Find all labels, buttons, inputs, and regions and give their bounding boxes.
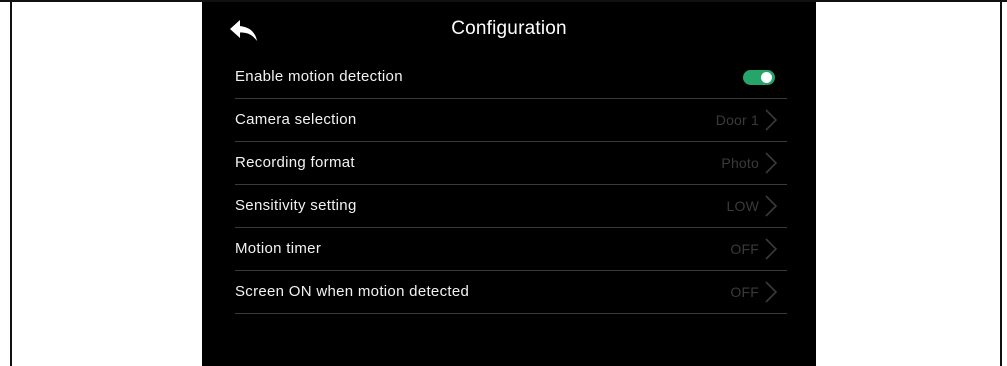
setting-row-enable-motion-detection[interactable]: Enable motion detection	[235, 56, 787, 99]
setting-label: Sensitivity setting	[235, 197, 357, 214]
setting-label: Screen ON when motion detected	[235, 283, 470, 300]
chevron-right-icon	[765, 195, 777, 217]
setting-row-recording-format[interactable]: Recording format Photo	[235, 142, 787, 185]
setting-control	[743, 56, 777, 98]
chevron-right-icon	[765, 281, 777, 303]
frame-left-border	[10, 0, 12, 366]
setting-value: Photo	[721, 155, 759, 171]
page-title: Configuration	[451, 18, 567, 39]
setting-control: Photo	[721, 142, 777, 184]
setting-value: Door 1	[715, 112, 759, 128]
setting-control: OFF	[730, 228, 777, 270]
setting-row-screen-on-when-motion-detected[interactable]: Screen ON when motion detected OFF	[235, 271, 787, 314]
page: Configuration Enable motion detection Ca…	[0, 0, 1007, 366]
settings-list: Enable motion detection Camera selection…	[235, 56, 787, 314]
motion-detection-toggle[interactable]	[743, 69, 775, 85]
setting-row-camera-selection[interactable]: Camera selection Door 1	[235, 99, 787, 142]
setting-label: Recording format	[235, 154, 355, 171]
setting-control: Door 1	[716, 99, 777, 141]
setting-label: Enable motion detection	[235, 68, 403, 85]
setting-label: Camera selection	[235, 111, 357, 128]
setting-label: Motion timer	[235, 240, 322, 257]
setting-row-sensitivity-setting[interactable]: Sensitivity setting LOW	[235, 185, 787, 228]
chevron-right-icon	[765, 152, 777, 174]
setting-value: OFF	[730, 241, 759, 257]
header: Configuration	[202, 2, 816, 58]
setting-control: OFF	[730, 271, 777, 313]
frame-right-border	[1000, 0, 1002, 366]
toggle-knob	[761, 71, 772, 83]
setting-value: OFF	[730, 284, 759, 300]
device-screen: Configuration Enable motion detection Ca…	[202, 2, 816, 366]
setting-control: LOW	[726, 185, 777, 227]
chevron-right-icon	[765, 238, 777, 260]
setting-value: LOW	[726, 198, 759, 214]
setting-row-motion-timer[interactable]: Motion timer OFF	[235, 228, 787, 271]
chevron-right-icon	[765, 109, 777, 131]
